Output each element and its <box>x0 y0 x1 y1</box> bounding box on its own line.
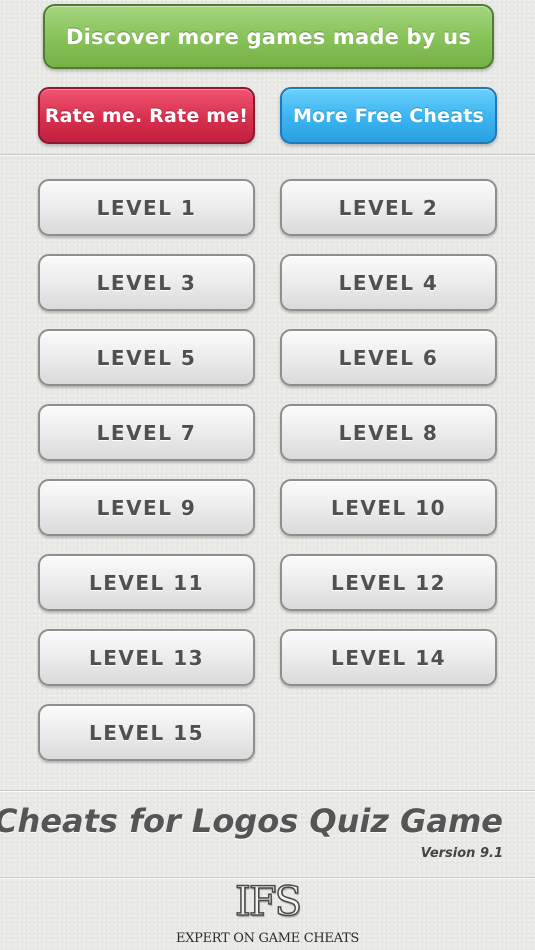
level-3-button[interactable]: LEVEL 3 <box>38 254 255 311</box>
level-13-button[interactable]: LEVEL 13 <box>38 629 255 686</box>
level-1-button[interactable]: LEVEL 1 <box>38 179 255 236</box>
ifs-logo: IFS <box>234 878 302 926</box>
level-4-button[interactable]: LEVEL 4 <box>280 254 497 311</box>
logo-tagline: EXPERT ON GAME CHEATS <box>176 931 359 946</box>
level-2-button[interactable]: LEVEL 2 <box>280 179 497 236</box>
rate-app-button[interactable]: Rate me. Rate me! <box>38 87 255 144</box>
level-10-button[interactable]: LEVEL 10 <box>280 479 497 536</box>
level-9-button[interactable]: LEVEL 9 <box>38 479 255 536</box>
level-14-button[interactable]: LEVEL 14 <box>280 629 497 686</box>
app-title: Cheats for Logos Quiz Game <box>0 802 503 840</box>
version-label: Version 9.1 <box>420 846 503 861</box>
level-11-button[interactable]: LEVEL 11 <box>38 554 255 611</box>
footer-top-divider <box>0 790 535 792</box>
level-menu-screen: { "header": { "discover_label": "Discove… <box>0 0 535 950</box>
level-6-button[interactable]: LEVEL 6 <box>280 329 497 386</box>
level-15-button[interactable]: LEVEL 15 <box>38 704 255 761</box>
more-free-cheats-button[interactable]: More Free Cheats <box>280 87 497 144</box>
level-7-button[interactable]: LEVEL 7 <box>38 404 255 461</box>
level-5-button[interactable]: LEVEL 5 <box>38 329 255 386</box>
discover-more-games-button[interactable]: Discover more games made by us <box>43 4 494 69</box>
level-12-button[interactable]: LEVEL 12 <box>280 554 497 611</box>
level-8-button[interactable]: LEVEL 8 <box>280 404 497 461</box>
level-grid: LEVEL 1 LEVEL 2 LEVEL 3 LEVEL 4 LEVEL 5 LEVEL… <box>38 179 497 761</box>
top-divider <box>0 154 535 156</box>
